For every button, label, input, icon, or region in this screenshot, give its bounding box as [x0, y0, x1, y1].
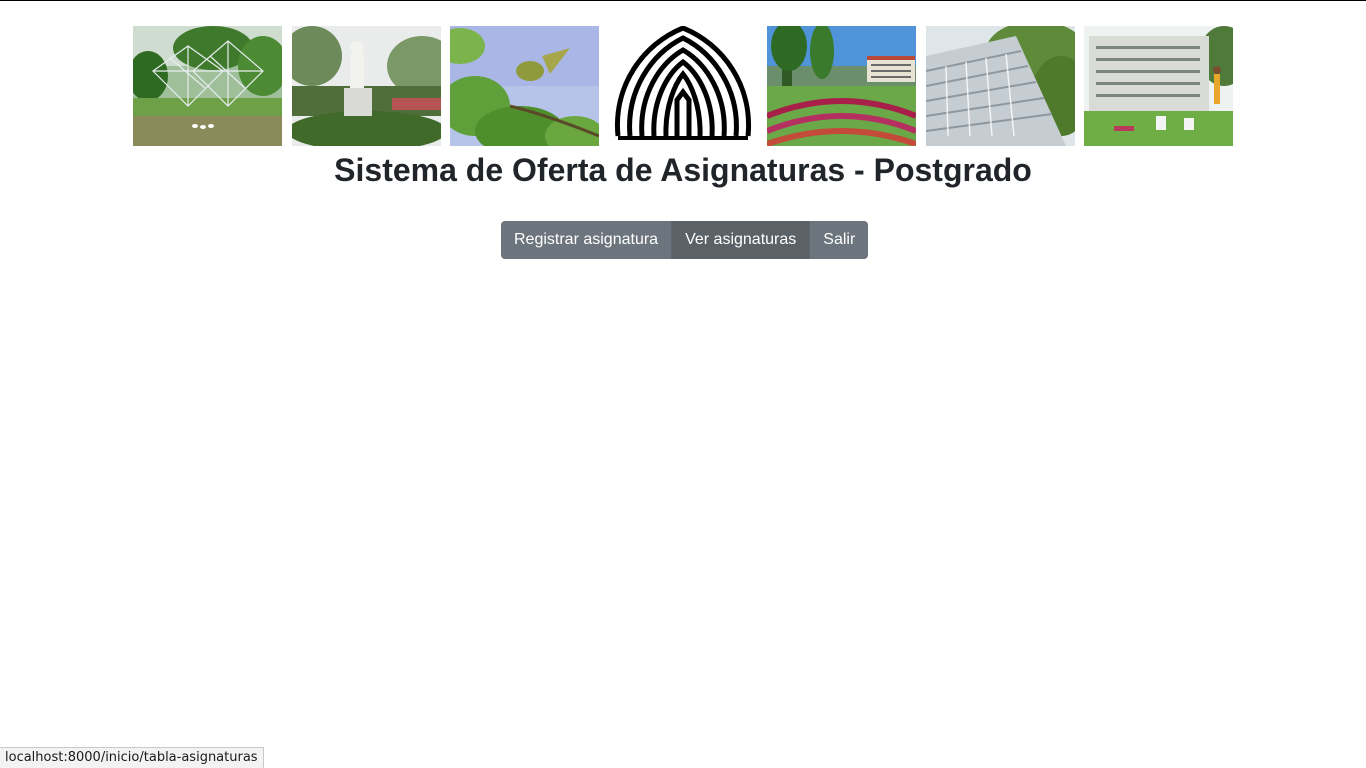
status-bar-url: localhost:8000/inicio/tabla-asignaturas	[5, 750, 258, 765]
campus-gardens-photo	[767, 26, 916, 146]
window-top-border	[0, 0, 1366, 1]
browser-status-bar: localhost:8000/inicio/tabla-asignaturas	[0, 747, 264, 768]
page-title: Sistema de Oferta de Asignaturas - Postg…	[334, 152, 1032, 188]
logout-button[interactable]: Salir	[810, 221, 869, 259]
glass-sculpture-pond-photo	[133, 26, 282, 146]
fountain-cascade-photo	[926, 26, 1075, 146]
header-banner	[133, 26, 1233, 146]
university-logo	[608, 26, 758, 146]
register-subject-button[interactable]: Registrar asignatura	[501, 221, 673, 259]
bird-on-branch-photo	[450, 26, 599, 146]
white-statue-garden-photo	[292, 26, 441, 146]
main-nav-button-group: Registrar asignatura Ver asignaturas Sal…	[501, 221, 869, 259]
university-building-photo	[1084, 26, 1233, 146]
view-subjects-button[interactable]: Ver asignaturas	[672, 221, 811, 259]
